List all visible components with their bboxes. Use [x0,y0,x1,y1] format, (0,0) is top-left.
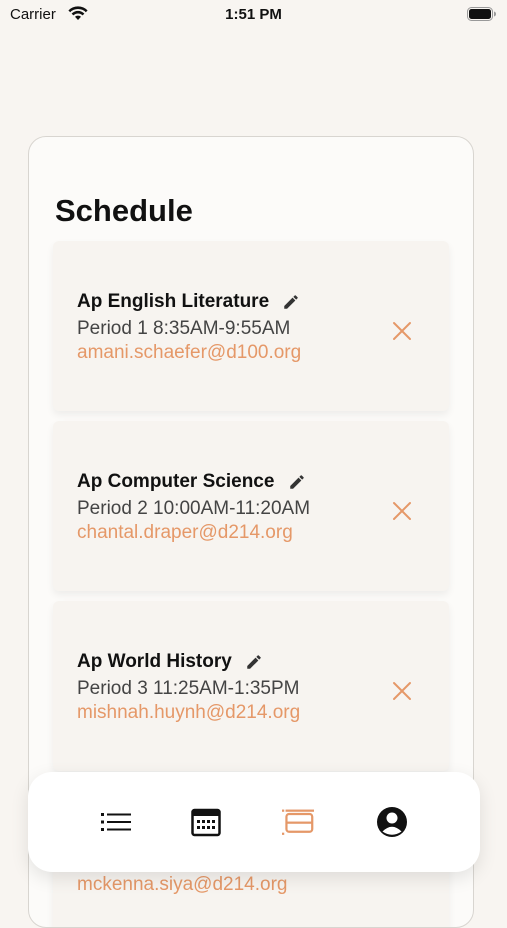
class-period: Period 2 10:00AM-11:20AM [77,498,311,519]
close-icon[interactable] [392,501,412,521]
teacher-email[interactable]: amani.schaefer@d100.org [77,342,301,364]
profile-icon [377,807,407,837]
class-period: Period 3 11:25AM-1:35PM [77,678,300,699]
class-name-row: Ap English Literature [77,291,300,313]
class-name: Ap Computer Science [77,471,275,492]
teacher-email[interactable]: mishnah.huynh@d214.org [77,702,300,724]
status-time: 1:51 PM [225,6,282,23]
tab-bar [28,772,480,872]
tab-calendar[interactable] [190,806,222,838]
class-name: Ap World History [77,651,232,672]
close-icon[interactable] [392,681,412,701]
edit-pencil-icon[interactable] [245,653,263,671]
page-title: Schedule [55,193,193,228]
close-icon[interactable] [392,321,412,341]
teacher-email[interactable]: mckenna.siya@d214.org [77,874,287,896]
edit-pencil-icon[interactable] [282,293,300,311]
class-period: Period 1 8:35AM-9:55AM [77,318,291,339]
battery-icon [467,7,496,21]
class-name-row: Ap Computer Science [77,471,306,493]
teacher-email[interactable]: chantal.draper@d214.org [77,522,293,544]
status-bar: Carrier 1:51 PM [0,0,507,32]
class-name-row: Ap World History [77,651,263,673]
list-icon [101,813,131,831]
tab-schedule[interactable] [282,806,314,838]
schedule-icon [282,809,314,835]
class-card[interactable]: Ap English Literature Period 1 8:35AM-9:… [53,241,449,411]
class-card[interactable]: Ap World History Period 3 11:25AM-1:35PM… [53,601,449,771]
edit-pencil-icon[interactable] [288,473,306,491]
calendar-icon [191,808,221,837]
class-name: Ap English Literature [77,291,270,312]
tab-list[interactable] [100,806,132,838]
class-card[interactable]: Ap Computer Science Period 2 10:00AM-11:… [53,421,449,591]
tab-profile[interactable] [376,806,408,838]
